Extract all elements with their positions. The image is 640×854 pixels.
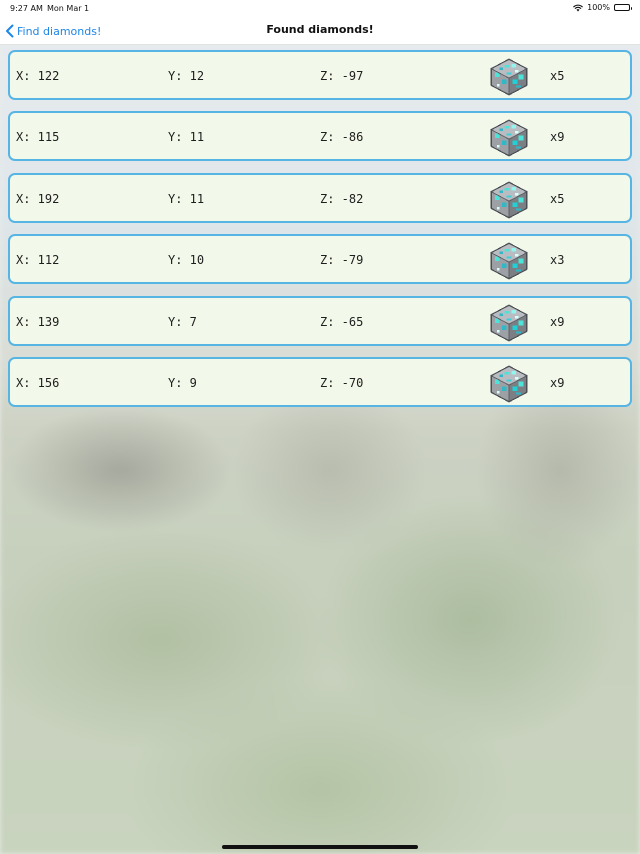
list-item[interactable]: X: 122 Y: 12 Z: -97 x5	[8, 50, 632, 100]
z-coordinate: Z: -79	[320, 253, 364, 268]
y-coordinate: Y: 11	[168, 191, 205, 206]
status-date: Mon Mar 1	[47, 4, 90, 13]
x-coordinate: X: 156	[16, 375, 60, 390]
page-title: Found diamonds!	[266, 23, 374, 36]
diamond-count: x9	[550, 314, 565, 329]
z-coordinate: Z: -97	[320, 69, 364, 83]
y-coordinate: Y: 12	[168, 69, 205, 83]
z-coordinate: Z: -86	[320, 130, 364, 145]
z-coordinate: Z: -70	[320, 375, 364, 390]
status-time: 9:27 AM	[10, 4, 43, 13]
diamond-ore-icon	[490, 119, 528, 157]
diamond-ore-icon	[490, 242, 528, 280]
diamond-ore-icon	[490, 365, 528, 403]
status-bar: 9:27 AM Mon Mar 1 100%	[0, 0, 640, 18]
diamond-ore-icon	[490, 181, 528, 219]
y-coordinate: Y: 10	[168, 253, 205, 268]
navigation-bar: Find diamonds! Found diamonds!	[0, 18, 640, 45]
list-item[interactable]: X: 115 Y: 11 Z: -86 x9	[8, 111, 632, 162]
diamond-list: X: 122 Y: 12 Z: -97 x5 X: 115 Y: 11 Z: -…	[8, 50, 632, 418]
y-coordinate: Y: 9	[168, 375, 197, 390]
status-right: 100%	[573, 3, 632, 12]
home-indicator	[222, 845, 418, 849]
y-coordinate: Y: 7	[168, 314, 197, 329]
diamond-count: x3	[550, 253, 565, 268]
diamond-count: x9	[550, 375, 565, 390]
list-item[interactable]: X: 139 Y: 7 Z: -65 x9	[8, 295, 632, 346]
z-coordinate: Z: -82	[320, 191, 364, 206]
diamond-count: x9	[550, 130, 565, 145]
list-item[interactable]: X: 192 Y: 11 Z: -82 x5	[8, 172, 632, 223]
battery-icon	[614, 4, 632, 11]
x-coordinate: X: 192	[16, 191, 60, 206]
x-coordinate: X: 122	[16, 69, 60, 83]
x-coordinate: X: 139	[16, 314, 60, 329]
wifi-icon	[573, 4, 583, 11]
diamond-count: x5	[550, 191, 565, 206]
battery-percent: 100%	[587, 3, 610, 12]
diamond-ore-icon	[490, 304, 528, 341]
x-coordinate: X: 115	[16, 130, 60, 145]
list-item[interactable]: X: 112 Y: 10 Z: -79 x3	[8, 234, 632, 285]
diamond-count: x5	[550, 69, 565, 83]
list-item[interactable]: X: 156 Y: 9 Z: -70 x9	[8, 356, 632, 407]
z-coordinate: Z: -65	[320, 314, 364, 329]
y-coordinate: Y: 11	[168, 130, 205, 145]
diamond-ore-icon	[490, 58, 528, 96]
x-coordinate: X: 112	[16, 253, 60, 268]
